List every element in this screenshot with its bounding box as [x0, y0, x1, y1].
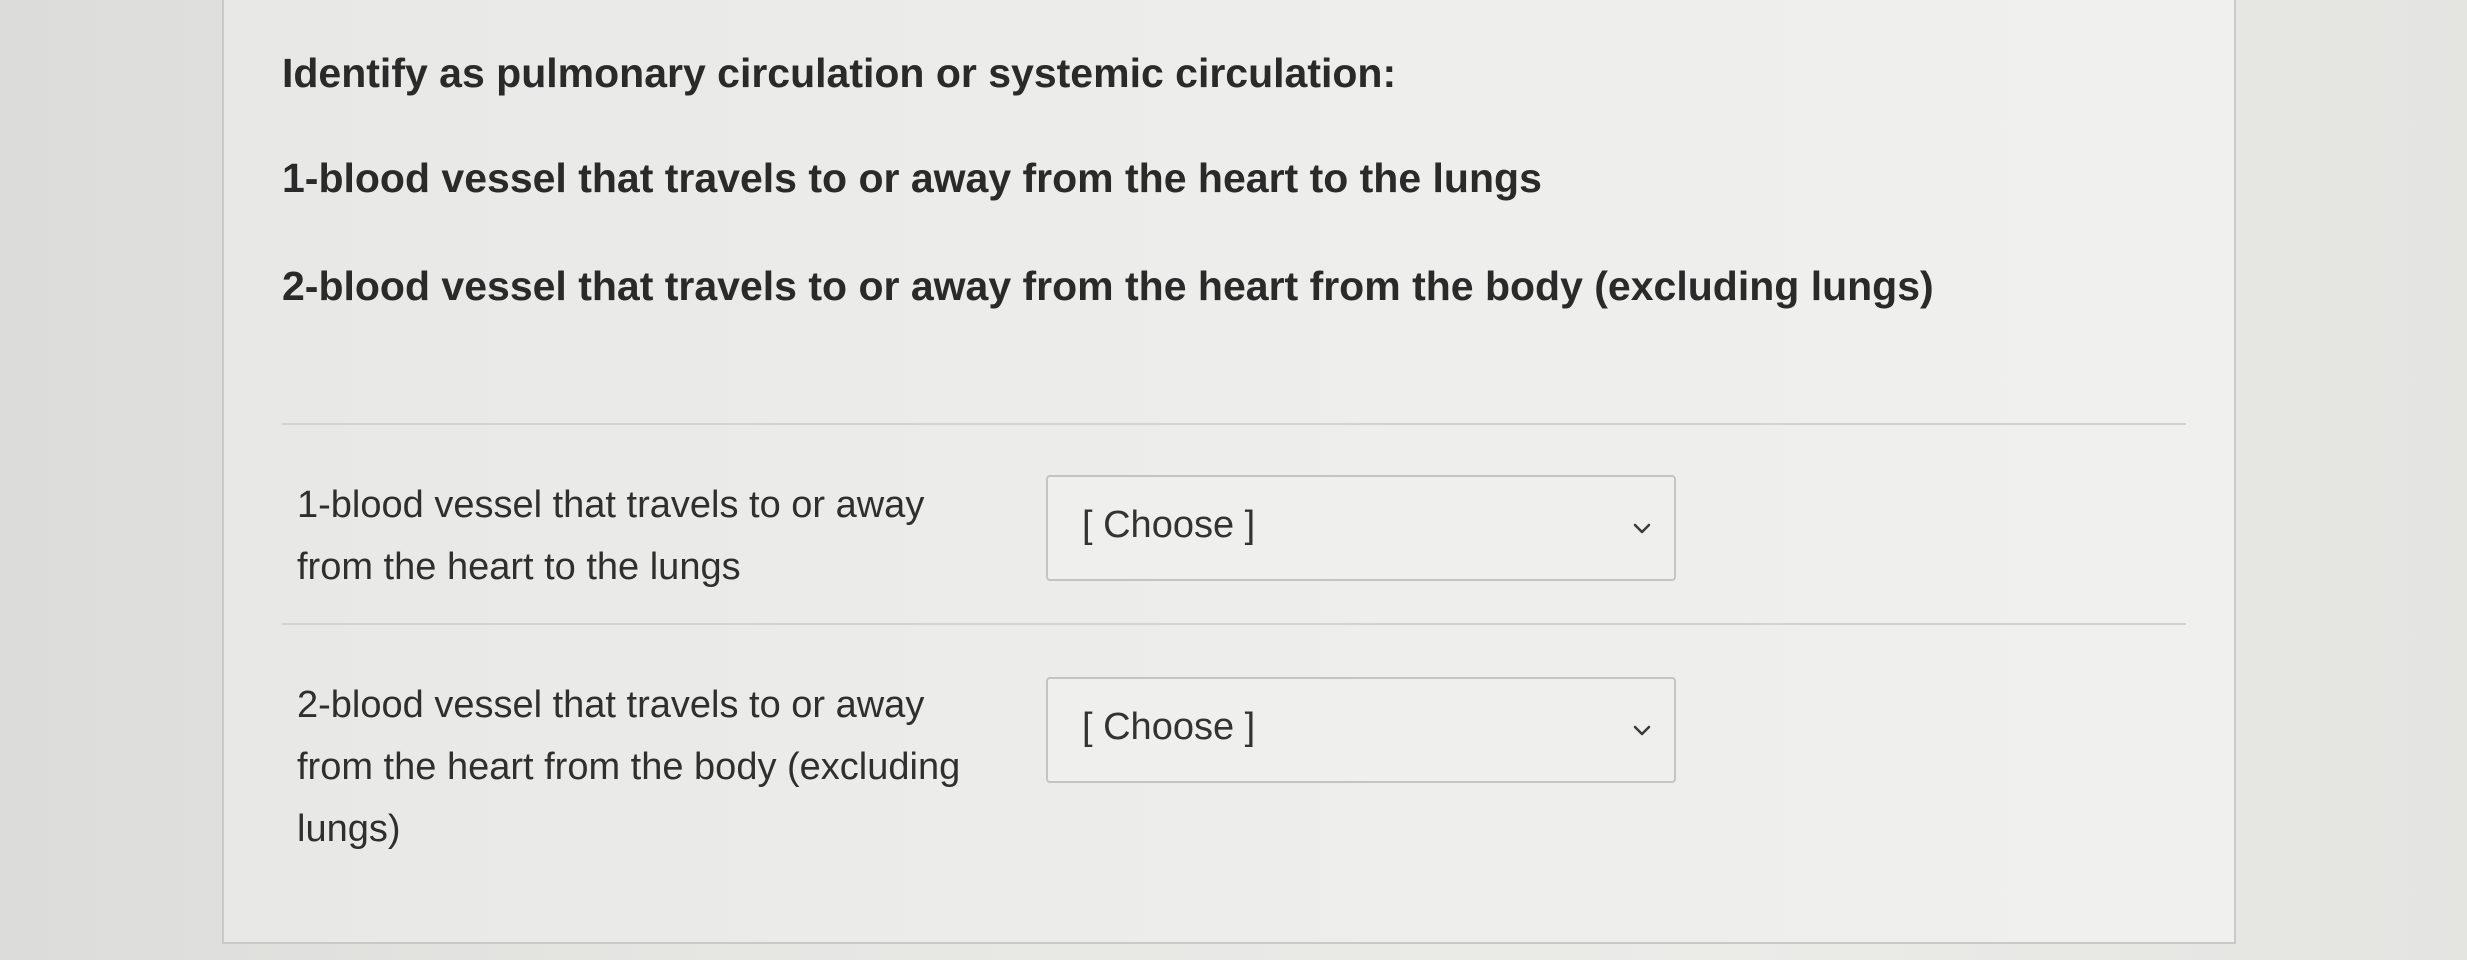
match-label-2: 2-blood vessel that travels to or away f…	[297, 674, 1027, 860]
question-item-1: 1-blood vessel that travels to or away f…	[282, 155, 1542, 201]
answer-dropdown-1[interactable]: [ Choose ]	[1046, 475, 1676, 581]
divider	[282, 423, 2186, 425]
match-label-line: from the heart from the body (excluding	[297, 746, 961, 788]
match-label-line: lungs)	[297, 808, 401, 850]
dropdown-selected-value: [ Choose ]	[1082, 706, 1256, 748]
question-item-2: 2-blood vessel that travels to or away f…	[282, 263, 1934, 309]
divider	[282, 623, 2186, 625]
match-label-1: 1-blood vessel that travels to or away f…	[297, 474, 1027, 598]
answer-dropdown-2[interactable]: [ Choose ]	[1046, 677, 1676, 783]
chevron-down-icon	[1633, 523, 1651, 534]
question-title: Identify as pulmonary circulation or sys…	[282, 50, 1397, 96]
match-label-line: from the heart to the lungs	[297, 546, 741, 588]
match-label-line: 1-blood vessel that travels to or away	[297, 484, 925, 526]
match-label-line: 2-blood vessel that travels to or away	[297, 684, 925, 726]
chevron-down-icon	[1633, 725, 1651, 736]
dropdown-selected-value: [ Choose ]	[1082, 504, 1256, 546]
